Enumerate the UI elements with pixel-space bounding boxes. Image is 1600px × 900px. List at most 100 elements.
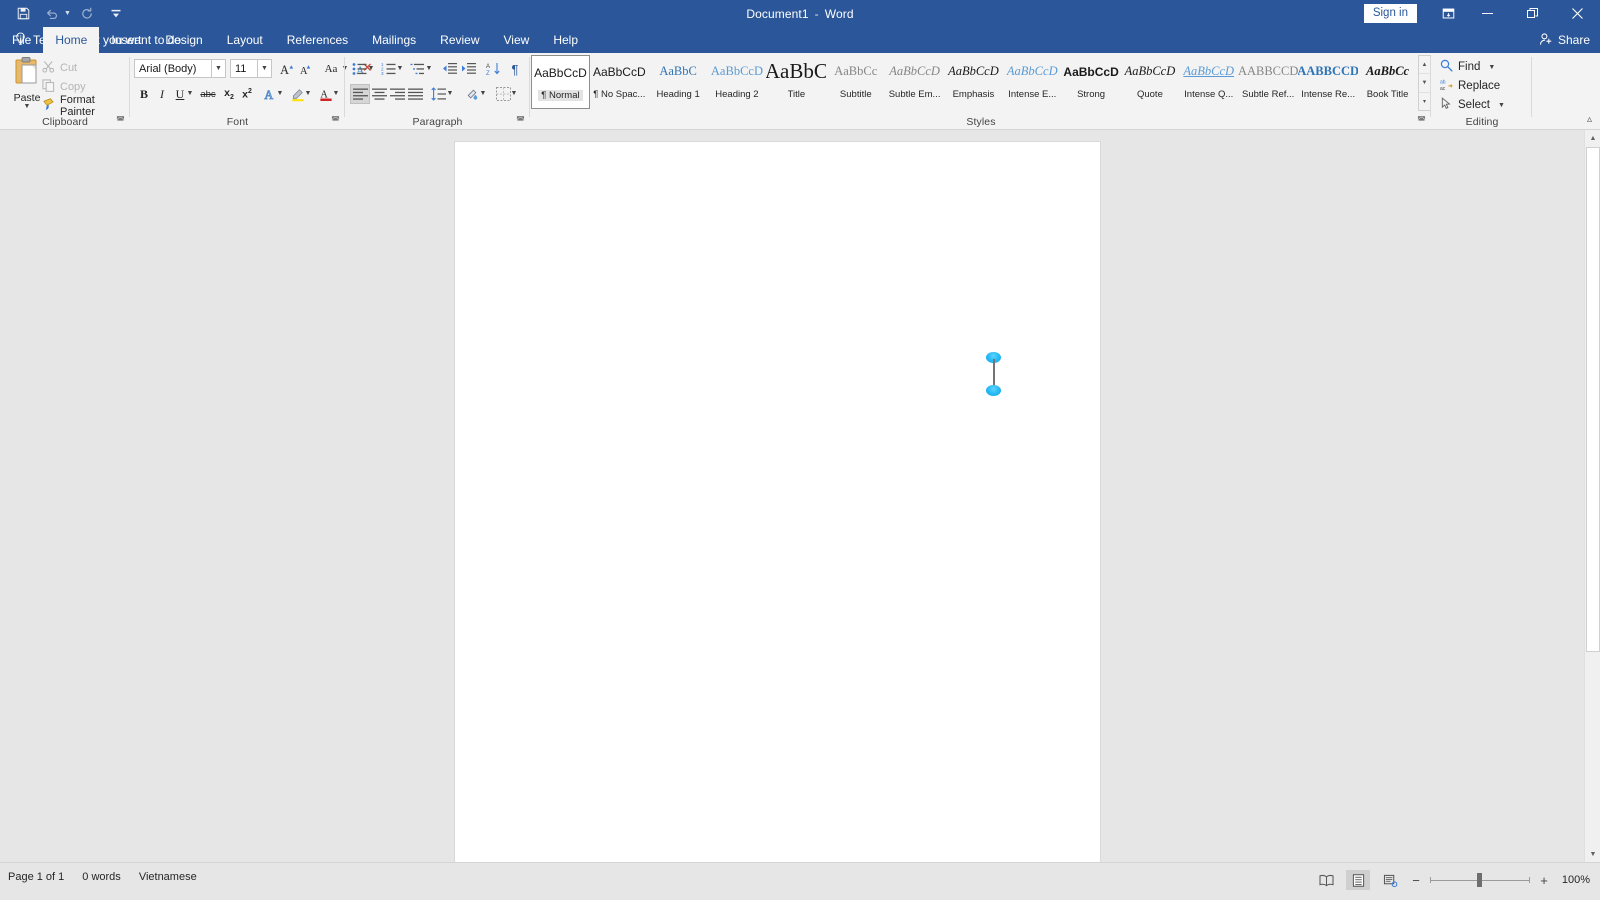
style-emphasis[interactable]: AaBbCcD Emphasis: [944, 55, 1003, 109]
italic-button[interactable]: I: [152, 84, 172, 104]
page-info[interactable]: Page 1 of 1: [8, 871, 64, 883]
style-no-spacing[interactable]: AaBbCcD ¶ No Spac...: [590, 55, 649, 109]
svg-text:3: 3: [381, 71, 384, 76]
format-painter-icon: [42, 97, 55, 114]
underline-caret[interactable]: ▼: [186, 90, 194, 97]
align-right-button[interactable]: [387, 84, 407, 104]
replace-button[interactable]: ab ac Replace: [1440, 77, 1500, 95]
close-icon[interactable]: [1555, 0, 1600, 27]
sort-button[interactable]: AZ: [484, 59, 504, 79]
style-normal[interactable]: AaBbCcD ¶ Normal: [531, 55, 590, 109]
increase-indent-button[interactable]: [459, 59, 479, 79]
zoom-out-button[interactable]: −: [1410, 873, 1422, 888]
ribbon-tab-design[interactable]: Design: [153, 27, 214, 53]
ribbon-tab-home[interactable]: Home: [43, 27, 100, 53]
format-painter-button[interactable]: Format Painter: [42, 94, 130, 118]
font-color-caret[interactable]: ▼: [332, 90, 340, 97]
clipboard-dialog-launcher[interactable]: ◚: [115, 115, 126, 126]
style-label: Subtle Em...: [888, 89, 941, 100]
grow-font-button[interactable]: A: [278, 59, 298, 79]
select-caret[interactable]: ▼: [1498, 102, 1505, 109]
align-center-button[interactable]: [369, 84, 389, 104]
scrollbar-thumb[interactable]: [1586, 147, 1600, 652]
ribbon-tab-mailings[interactable]: Mailings: [360, 27, 428, 53]
vertical-scrollbar[interactable]: ▲ ▼: [1584, 130, 1600, 863]
style-intense-quote[interactable]: AaBbCcD Intense Q...: [1179, 55, 1238, 109]
paragraph-dialog-launcher[interactable]: ◚: [515, 115, 526, 126]
style-subtle-reference[interactable]: AABBCCD Subtle Ref...: [1238, 55, 1298, 109]
style-quote[interactable]: AaBbCcD Quote: [1121, 55, 1180, 109]
ribbon-tab-review[interactable]: Review: [428, 27, 491, 53]
language-indicator[interactable]: Vietnamese: [139, 871, 197, 883]
text-effects-caret[interactable]: ▼: [276, 90, 284, 97]
find-button[interactable]: Find ▼: [1440, 58, 1495, 76]
styles-scroll-up-button[interactable]: ▲: [1419, 56, 1430, 75]
bullets-caret[interactable]: ▼: [367, 65, 375, 72]
style-book-title[interactable]: AaBbCc Book Title: [1358, 55, 1417, 109]
ribbon-tab-insert[interactable]: Insert: [99, 27, 153, 53]
select-button[interactable]: Select ▼: [1440, 96, 1505, 114]
style-intense-reference[interactable]: AABBCCD Intense Re...: [1298, 55, 1358, 109]
line-spacing-caret[interactable]: ▼: [446, 90, 454, 97]
zoom-level-label[interactable]: 100%: [1558, 874, 1590, 886]
font-size-dropdown-caret[interactable]: ▼: [258, 59, 272, 78]
word-count[interactable]: 0 words: [82, 871, 121, 883]
select-pointer-icon: [1440, 97, 1453, 113]
style-subtle-emphasis[interactable]: AaBbCcD Subtle Em...: [885, 55, 944, 109]
zoom-in-button[interactable]: +: [1538, 873, 1550, 888]
style-heading-2[interactable]: AaBbCcD Heading 2: [708, 55, 767, 109]
ribbon-tab-layout[interactable]: Layout: [215, 27, 275, 53]
strikethrough-button[interactable]: abc: [198, 84, 218, 104]
ribbon-tab-view[interactable]: View: [492, 27, 542, 53]
restore-icon[interactable]: [1510, 0, 1555, 27]
numbering-caret[interactable]: ▼: [396, 65, 404, 72]
subscript-button[interactable]: x2: [219, 84, 239, 104]
sign-in-button[interactable]: Sign in: [1363, 3, 1417, 24]
collapse-ribbon-icon[interactable]: ▵: [1587, 114, 1592, 125]
style-intense-emphasis[interactable]: AaBbCcD Intense E...: [1003, 55, 1062, 109]
read-mode-view-button[interactable]: [1314, 870, 1338, 890]
font-name-dropdown-caret[interactable]: ▼: [212, 59, 226, 78]
zoom-slider-thumb[interactable]: [1477, 873, 1482, 887]
style-heading-1[interactable]: AaBbC Heading 1: [649, 55, 708, 109]
share-button[interactable]: Share: [1539, 32, 1590, 49]
shading-caret[interactable]: ▼: [479, 90, 487, 97]
styles-dialog-launcher[interactable]: ◚: [1416, 115, 1427, 126]
borders-caret[interactable]: ▼: [510, 90, 518, 97]
font-dialog-launcher[interactable]: ◚: [330, 115, 341, 126]
find-caret[interactable]: ▼: [1488, 64, 1495, 71]
show-formatting-marks-button[interactable]: ¶: [505, 59, 525, 79]
superscript-button[interactable]: x2: [237, 84, 257, 104]
print-layout-view-button[interactable]: [1346, 870, 1370, 890]
selection-handle-bottom-icon[interactable]: [986, 385, 1001, 396]
document-page[interactable]: [455, 142, 1100, 867]
style-subtitle[interactable]: AaBbCc Subtitle: [826, 55, 885, 109]
style-strong[interactable]: AaBbCcD Strong: [1062, 55, 1121, 109]
svg-text:A: A: [486, 64, 490, 70]
scroll-up-arrow-icon[interactable]: ▲: [1585, 130, 1600, 147]
minimize-icon[interactable]: [1465, 0, 1510, 27]
highlight-color-caret[interactable]: ▼: [304, 90, 312, 97]
multilevel-list-caret[interactable]: ▼: [425, 65, 433, 72]
ribbon-tab-references[interactable]: References: [275, 27, 360, 53]
ribbon-group-editing: Find ▼ ab ac Replace Select ▼ Editing: [1432, 53, 1532, 129]
touch-text-cursor[interactable]: [986, 352, 1002, 398]
decrease-indent-button[interactable]: [440, 59, 460, 79]
web-layout-view-button[interactable]: [1378, 870, 1402, 890]
scroll-down-arrow-icon[interactable]: ▼: [1585, 846, 1600, 863]
change-case-button[interactable]: Aa: [319, 59, 343, 79]
style-title[interactable]: AaBbC Title: [766, 55, 826, 109]
font-size-combobox[interactable]: 11: [230, 59, 258, 78]
justify-button[interactable]: [405, 84, 425, 104]
styles-scroll-down-button[interactable]: ▼: [1419, 74, 1430, 93]
ribbon-display-options-icon[interactable]: [1431, 0, 1465, 27]
styles-more-button[interactable]: ▾: [1419, 93, 1430, 110]
align-left-button[interactable]: [350, 84, 370, 104]
shrink-font-button[interactable]: A: [297, 59, 317, 79]
bold-button[interactable]: B: [134, 84, 154, 104]
ribbon-tab-help[interactable]: Help: [541, 27, 590, 53]
ribbon-tab-file[interactable]: File: [0, 27, 43, 53]
paste-dropdown-caret[interactable]: ▼: [24, 103, 31, 110]
font-name-combobox[interactable]: Arial (Body): [134, 59, 212, 78]
zoom-slider[interactable]: [1430, 871, 1530, 889]
